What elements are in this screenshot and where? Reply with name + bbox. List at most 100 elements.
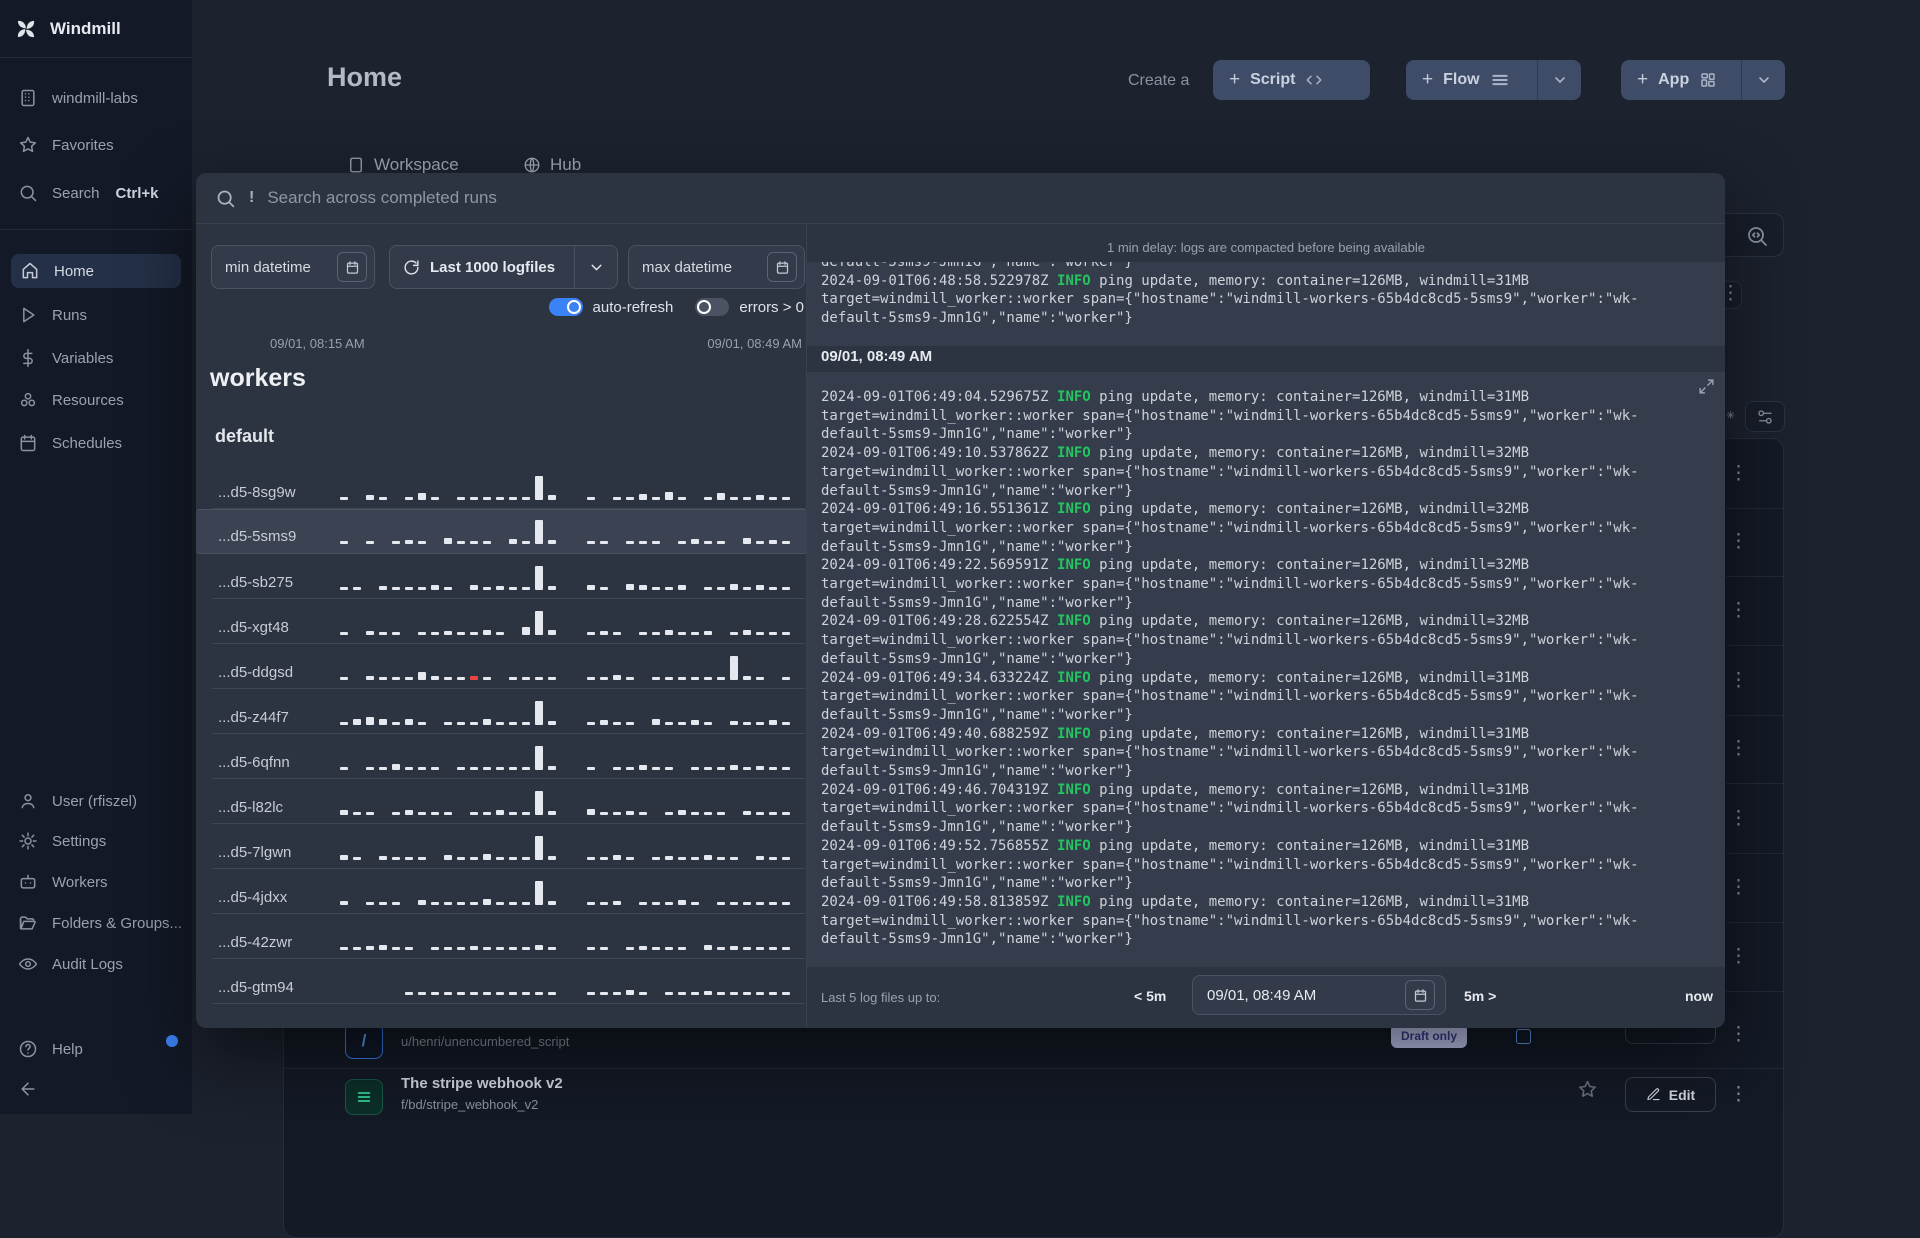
log-line: target=windmill_worker::worker span={"ho… xyxy=(821,856,1639,873)
logfiles-range-select[interactable]: Last 1000 logfiles xyxy=(389,245,618,289)
row-menu-button[interactable]: ⋮ xyxy=(1729,671,1748,690)
filter-settings-button[interactable] xyxy=(1745,401,1785,432)
sparkline-bar xyxy=(782,812,790,815)
chevron-down-icon[interactable] xyxy=(575,259,617,276)
max-datetime-input[interactable]: max datetime xyxy=(628,245,805,289)
worker-row[interactable]: ...d5-z44f7 xyxy=(196,689,807,734)
worker-row[interactable]: ...d5-ddgsd xyxy=(196,644,807,689)
sparkline-bar xyxy=(405,992,413,995)
sparkline-bar xyxy=(379,497,387,500)
tab-workspace[interactable]: Workspace xyxy=(347,155,459,175)
sidebar-item-workspace[interactable]: windmill-labs xyxy=(0,81,192,115)
worker-row[interactable]: ...d5-xgt48 xyxy=(196,599,807,644)
worker-row[interactable]: ...d5-4jdxx xyxy=(196,869,807,914)
flow-button-label: Flow xyxy=(1443,71,1480,88)
worker-row[interactable]: ...d5-42zwr xyxy=(196,914,807,959)
worker-row[interactable]: ...d5-sb275 xyxy=(196,554,807,599)
errors-toggle[interactable] xyxy=(695,298,730,316)
audit-logs-label: Audit Logs xyxy=(52,955,123,973)
sidebar-collapse-button[interactable] xyxy=(0,1072,192,1106)
sidebar-item-resources[interactable]: Resources xyxy=(0,383,192,417)
tab-hub[interactable]: Hub xyxy=(523,155,581,175)
row-menu-button[interactable]: ⋮ xyxy=(1729,809,1748,828)
row-menu-button[interactable]: ⋮ xyxy=(1729,464,1748,483)
sidebar-item-folders[interactable]: Folders & Groups... xyxy=(0,906,192,940)
footer-datetime-input[interactable]: 09/01, 08:49 AM xyxy=(1192,975,1446,1015)
forward-5m-button[interactable]: 5m > xyxy=(1464,988,1496,1004)
log-line: default-5sms9-Jmn1G","name":"worker"} xyxy=(821,875,1133,892)
sparkline-bar xyxy=(444,992,452,995)
code-search-icon xyxy=(1745,224,1769,248)
log-line: 2024-09-01T06:49:28.622554Z INFO ping up… xyxy=(821,613,1530,630)
sidebar-item-user[interactable]: User (rfiszel) xyxy=(0,784,192,818)
item-path: u/henri/unencumbered_script xyxy=(401,1034,570,1049)
create-script-button[interactable]: + Script xyxy=(1213,60,1370,100)
create-app-button[interactable]: + App xyxy=(1621,60,1785,100)
sidebar-item-home[interactable]: Home xyxy=(11,254,181,288)
sidebar-item-runs[interactable]: Runs xyxy=(0,298,192,332)
edit-button[interactable]: Edit xyxy=(1625,1077,1716,1112)
sidebar-item-audit-logs[interactable]: Audit Logs xyxy=(0,947,192,981)
worker-row[interactable]: ...d5-l82lc xyxy=(196,779,807,824)
sparkline-bar xyxy=(639,494,647,500)
sidebar-item-search[interactable]: Search Ctrl+k xyxy=(0,176,192,210)
row-menu-button[interactable]: ⋮ xyxy=(1729,601,1748,620)
back-5m-button[interactable]: < 5m xyxy=(1134,988,1166,1004)
log-line: 2024-09-01T06:48:58.522978Z INFO ping up… xyxy=(821,272,1530,289)
worker-row[interactable]: ...d5-gtm94 xyxy=(196,959,807,1004)
flow-dropdown-button[interactable] xyxy=(1537,60,1581,100)
row-menu-button[interactable]: ⋮ xyxy=(1729,532,1748,551)
sparkline-bar xyxy=(743,947,751,950)
sidebar-item-settings[interactable]: Settings xyxy=(0,824,192,858)
worker-activity-sparkline xyxy=(340,965,800,995)
expand-icon[interactable] xyxy=(1698,378,1715,395)
item-title[interactable]: The stripe webhook v2 xyxy=(401,1075,563,1092)
sparkline-bar xyxy=(613,992,621,995)
sparkline-bar xyxy=(509,857,517,860)
row-menu-button[interactable]: ⋮ xyxy=(1729,947,1748,966)
auto-refresh-toggle[interactable] xyxy=(548,298,583,316)
row-menu-button[interactable]: ⋮ xyxy=(1729,878,1748,897)
favorite-star-icon[interactable] xyxy=(1577,1079,1598,1100)
sidebar-item-workers[interactable]: Workers xyxy=(0,865,192,899)
now-button[interactable]: now xyxy=(1685,988,1713,1004)
calendar-icon[interactable] xyxy=(767,252,797,282)
row-menu-button[interactable]: ⋮ xyxy=(1729,1025,1748,1044)
sparkline-bar xyxy=(366,717,374,725)
sparkline-bar xyxy=(483,899,491,905)
calendar-icon[interactable] xyxy=(337,252,367,282)
worker-name: ...d5-xgt48 xyxy=(218,619,289,636)
sparkline-bar xyxy=(652,632,660,635)
sidebar-item-schedules[interactable]: Schedules xyxy=(0,426,192,460)
worker-row[interactable]: ...d5-8sg9w xyxy=(196,464,807,509)
min-datetime-input[interactable]: min datetime xyxy=(211,245,375,289)
worker-row[interactable]: ...d5-6qfnn xyxy=(196,734,807,779)
sparkline-bar xyxy=(639,632,647,635)
sparkline-bar xyxy=(665,856,673,860)
sparkline-bar xyxy=(444,631,452,635)
row-menu-button[interactable]: ⋮ xyxy=(1729,1085,1748,1104)
app-dropdown-button[interactable] xyxy=(1741,60,1785,100)
runs-search-bar[interactable]: ! Search across completed runs xyxy=(196,173,1725,224)
sparkline-bar xyxy=(639,765,647,770)
sparkline-bar xyxy=(496,632,504,635)
row-divider xyxy=(1726,991,1783,992)
sparkline-bar xyxy=(366,541,374,544)
search-placeholder: Search across completed runs xyxy=(267,188,497,207)
folders-label: Folders & Groups... xyxy=(52,914,183,932)
sparkline-bar xyxy=(470,722,478,725)
sparkline-bar xyxy=(470,585,478,590)
calendar-icon[interactable] xyxy=(1405,980,1435,1010)
row-menu-button[interactable]: ⋮ xyxy=(1729,739,1748,758)
deploy-icon[interactable] xyxy=(1516,1029,1531,1044)
worker-row[interactable]: ...d5-7lgwn xyxy=(196,824,807,869)
sparkline-bar xyxy=(691,902,699,905)
sidebar-item-help[interactable]: Help xyxy=(0,1032,192,1066)
sidebar-item-variables[interactable]: Variables xyxy=(0,341,192,375)
sidebar-item-favorites[interactable]: Favorites xyxy=(0,128,192,162)
worker-row[interactable]: ...d5-5sms9 xyxy=(196,509,807,554)
worker-name: ...d5-6qfnn xyxy=(218,754,290,771)
create-flow-button[interactable]: + Flow xyxy=(1406,60,1581,100)
range-start-time: 09/01, 08:15 AM xyxy=(270,336,365,351)
sparkline-bar xyxy=(717,857,725,860)
